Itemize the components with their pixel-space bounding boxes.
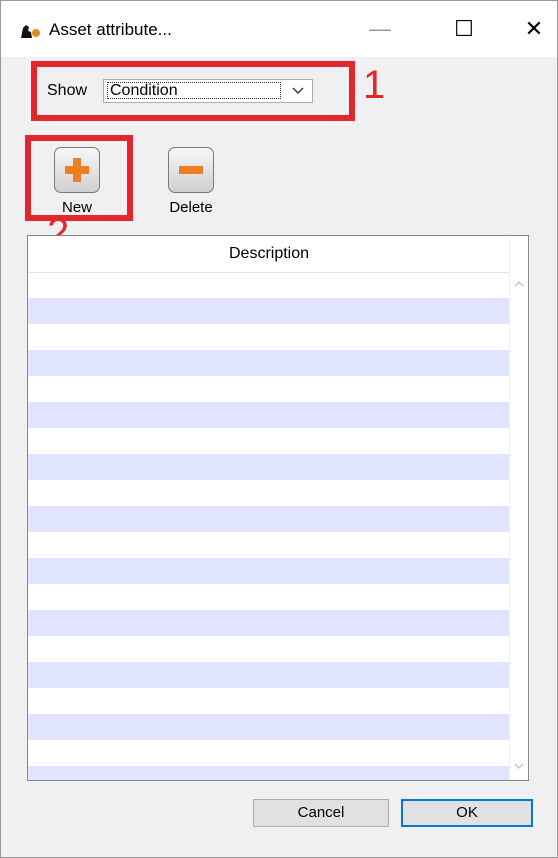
table-row[interactable] xyxy=(28,454,510,480)
delete-button-label: Delete xyxy=(169,199,213,216)
attribute-table[interactable]: Description xyxy=(27,235,529,781)
table-row[interactable] xyxy=(28,376,510,402)
minimize-button[interactable]: — xyxy=(345,1,415,57)
chevron-down-icon[interactable] xyxy=(513,760,525,772)
table-row[interactable] xyxy=(28,480,510,506)
minimize-icon: — xyxy=(369,16,391,41)
new-button[interactable]: New xyxy=(37,147,117,216)
app-icon xyxy=(21,25,40,38)
new-button-label: New xyxy=(61,199,92,216)
title-bar[interactable]: Asset attribute... — ☐ ✕ xyxy=(1,1,557,57)
ok-button[interactable]: OK xyxy=(401,799,533,827)
asset-attribute-dialog: Asset attribute... — ☐ ✕ 1 Show Conditio… xyxy=(0,0,558,858)
minus-icon xyxy=(179,166,203,174)
close-button[interactable]: ✕ xyxy=(499,1,558,57)
table-row[interactable] xyxy=(28,350,510,376)
chevron-down-icon xyxy=(292,87,304,94)
table-row[interactable] xyxy=(28,740,510,766)
cancel-button[interactable]: Cancel xyxy=(253,799,389,827)
delete-icon-frame xyxy=(168,147,214,193)
table-row[interactable] xyxy=(28,428,510,454)
chevron-up-icon[interactable] xyxy=(513,278,525,290)
show-dropdown[interactable]: Condition xyxy=(103,79,313,103)
table-rows xyxy=(28,298,510,780)
table-row[interactable] xyxy=(28,662,510,688)
column-header-label: Description xyxy=(228,245,310,262)
table-row[interactable] xyxy=(28,766,510,780)
table-row[interactable] xyxy=(28,714,510,740)
table-row[interactable] xyxy=(28,688,510,714)
table-row[interactable] xyxy=(28,584,510,610)
table-row[interactable] xyxy=(28,558,510,584)
column-header-description[interactable]: Description xyxy=(28,236,511,273)
add-icon-frame xyxy=(54,147,100,193)
table-row[interactable] xyxy=(28,402,510,428)
vertical-scrollbar[interactable] xyxy=(509,236,528,780)
table-row[interactable] xyxy=(28,298,510,324)
table-row[interactable] xyxy=(28,610,510,636)
table-row[interactable] xyxy=(28,506,510,532)
delete-button[interactable]: Delete xyxy=(151,147,231,216)
table-row[interactable] xyxy=(28,636,510,662)
show-dropdown-value: Condition xyxy=(107,82,281,99)
table-row[interactable] xyxy=(28,532,510,558)
close-icon: ✕ xyxy=(524,16,544,41)
table-row[interactable] xyxy=(28,324,510,350)
plus-icon xyxy=(65,158,89,182)
maximize-icon: ☐ xyxy=(454,16,474,41)
show-label: Show xyxy=(47,82,88,99)
maximize-button[interactable]: ☐ xyxy=(429,1,499,57)
annotation-marker-1: 1 xyxy=(363,63,386,107)
window-title: Asset attribute... xyxy=(49,20,172,39)
